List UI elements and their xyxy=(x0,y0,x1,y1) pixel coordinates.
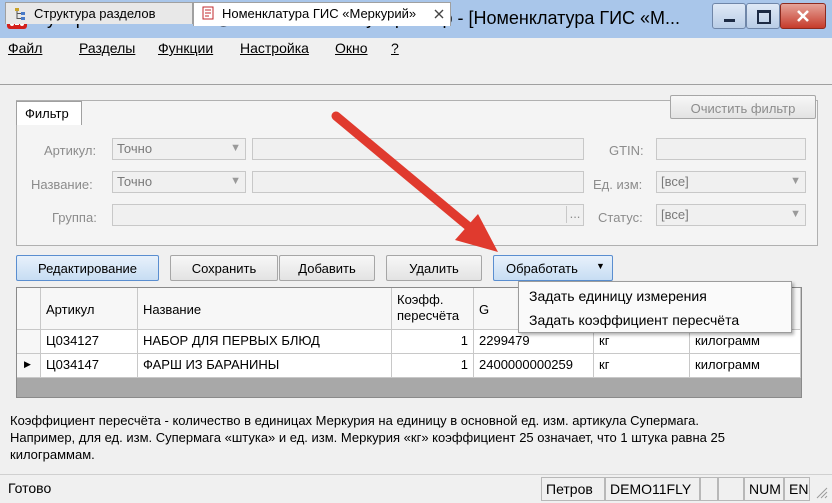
combo-value: Точно xyxy=(117,141,153,156)
name-input[interactable] xyxy=(252,171,584,193)
cell-unit-name[interactable]: килограмм xyxy=(690,354,801,378)
info-text: Коэффициент пересчёта - количество в еди… xyxy=(10,412,822,463)
status-label: Статус: xyxy=(598,210,643,225)
name-label: Название: xyxy=(31,177,93,192)
gtin-label: GTIN: xyxy=(609,143,644,158)
clear-filter-button[interactable]: Очистить фильтр xyxy=(670,95,816,119)
combo-value: Точно xyxy=(117,174,153,189)
combo-value: [все] xyxy=(661,207,689,222)
cell-gtin[interactable]: 2299479 xyxy=(474,330,594,354)
menu-functions[interactable]: Функции xyxy=(158,40,213,56)
maximize-icon xyxy=(757,10,771,24)
group-browse-button[interactable]: ... xyxy=(566,206,583,223)
resize-grip-icon[interactable] xyxy=(814,485,828,499)
row-header-corner xyxy=(17,288,41,330)
edit-button[interactable]: Редактирование xyxy=(16,255,159,281)
document-tabs xyxy=(0,60,832,85)
unit-combo[interactable]: [все] ▼ xyxy=(656,171,806,193)
add-button[interactable]: Добавить xyxy=(279,255,375,281)
close-icon xyxy=(797,10,809,22)
cell-name[interactable]: ФАРШ ИЗ БАРАНИНЫ xyxy=(138,354,392,378)
save-button[interactable]: Сохранить xyxy=(170,255,278,281)
menu-window[interactable]: Окно xyxy=(335,40,368,56)
minimize-button[interactable] xyxy=(712,3,746,29)
close-button[interactable] xyxy=(780,3,826,29)
status-empty xyxy=(700,477,718,501)
header-coefficient[interactable]: Коэфф. пересчёта xyxy=(392,288,474,330)
chevron-down-icon: ▼ xyxy=(790,208,801,220)
combo-value: [все] xyxy=(661,174,689,189)
header-name[interactable]: Название xyxy=(138,288,392,330)
status-ready: Готово xyxy=(8,480,52,496)
status-database: DEMO11FLY xyxy=(605,477,700,501)
row-selector[interactable] xyxy=(17,330,41,354)
cell-coefficient[interactable]: 1 xyxy=(392,354,474,378)
menu-settings[interactable]: Настройка xyxy=(240,40,309,56)
menu-sections[interactable]: Разделы xyxy=(79,40,135,56)
chevron-down-icon: ▼ xyxy=(230,142,241,154)
chevron-down-icon: ▼ xyxy=(790,175,801,187)
cell-coefficient[interactable]: 1 xyxy=(392,330,474,354)
gtin-input[interactable] xyxy=(656,138,806,160)
status-caps xyxy=(718,477,744,501)
tree-structure-icon xyxy=(15,8,25,20)
maximize-button[interactable] xyxy=(746,3,780,29)
group-label: Группа: xyxy=(52,210,97,225)
article-label: Артикул: xyxy=(44,143,97,158)
tab-mercury-nomenclature[interactable]: Номенклатура ГИС «Меркурий» xyxy=(193,2,451,26)
current-row-icon: ▶ xyxy=(24,359,31,369)
tab-label: Номенклатура ГИС «Меркурий» xyxy=(222,6,417,21)
cell-name[interactable]: НАБОР ДЛЯ ПЕРВЫХ БЛЮД xyxy=(138,330,392,354)
menu-help[interactable]: ? xyxy=(391,40,399,56)
status-num: NUM xyxy=(744,477,784,501)
article-input[interactable] xyxy=(252,138,584,160)
name-match-combo[interactable]: Точно ▼ xyxy=(112,171,246,193)
menu-file[interactable]: Файл xyxy=(8,40,42,56)
process-dropdown-button[interactable]: Обработать ▼ xyxy=(493,255,613,281)
cell-article[interactable]: Ц034147 xyxy=(41,354,138,378)
group-input[interactable] xyxy=(112,204,584,226)
tab-label: Структура разделов xyxy=(34,6,156,21)
process-dropdown-menu: Задать единицу измерения Задать коэффици… xyxy=(518,281,792,333)
tab-structure[interactable]: Структура разделов xyxy=(5,2,193,24)
status-combo[interactable]: [все] ▼ xyxy=(656,204,806,226)
minimize-icon xyxy=(724,19,735,22)
status-lang: EN xyxy=(784,477,810,501)
menu-item-set-unit[interactable]: Задать единицу измерения xyxy=(529,288,707,304)
menu-bar: Файл Разделы Функции Настройка Окно ? xyxy=(0,38,832,60)
close-tab-icon[interactable] xyxy=(434,9,444,19)
filter-tab[interactable]: Фильтр xyxy=(16,101,82,125)
article-match-combo[interactable]: Точно ▼ xyxy=(112,138,246,160)
unit-label: Ед. изм: xyxy=(593,177,643,192)
header-article[interactable]: Артикул xyxy=(41,288,138,330)
cell-gtin[interactable]: 2400000000259 xyxy=(474,354,594,378)
status-bar: Готово Петров DEMO11FLY NUM EN xyxy=(0,474,832,503)
status-user: Петров xyxy=(541,477,605,501)
cell-unit-name[interactable]: килограмм xyxy=(690,330,801,354)
menu-item-set-coefficient[interactable]: Задать коэффициент пересчёта xyxy=(529,312,739,328)
chevron-down-icon: ▼ xyxy=(230,175,241,187)
info-line: Например, для ед. изм. Супермага «штука»… xyxy=(10,430,725,445)
cell-article[interactable]: Ц034127 xyxy=(41,330,138,354)
caret-down-icon: ▼ xyxy=(596,261,605,271)
delete-button[interactable]: Удалить xyxy=(386,255,482,281)
cell-unit[interactable]: кг xyxy=(594,330,690,354)
info-line: Коэффициент пересчёта - количество в еди… xyxy=(10,413,699,428)
info-line: килограммам. xyxy=(10,447,95,462)
process-label: Обработать xyxy=(506,261,578,276)
cell-unit[interactable]: кг xyxy=(594,354,690,378)
row-selector[interactable]: ▶ xyxy=(17,354,41,378)
document-icon xyxy=(202,6,214,20)
